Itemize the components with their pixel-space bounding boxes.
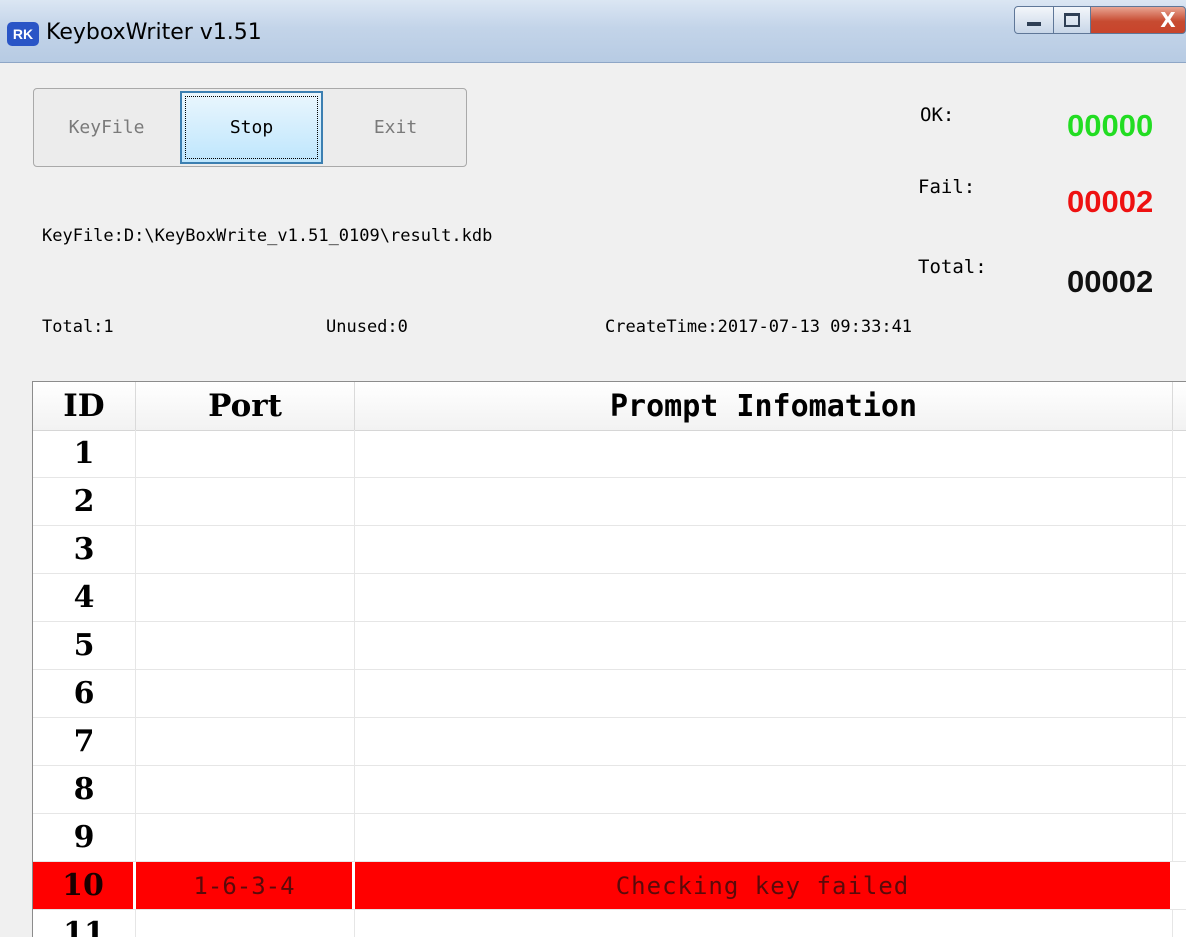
row-prompt — [355, 478, 1173, 525]
row-prompt — [355, 766, 1173, 813]
row-id: 9 — [33, 814, 136, 861]
column-header-id[interactable]: ID — [33, 382, 136, 430]
table-row[interactable]: 4 — [33, 574, 1186, 622]
window-title: KeyboxWriter v1.51 — [46, 20, 262, 45]
row-port — [136, 670, 355, 717]
row-prompt — [355, 718, 1173, 765]
close-button[interactable]: X — [1090, 6, 1186, 34]
total-counter: 00002 — [1067, 264, 1154, 299]
keyfile-button[interactable]: KeyFile — [34, 89, 179, 166]
button-group: KeyFile Stop Exit — [33, 88, 467, 167]
row-id: 6 — [33, 670, 136, 717]
row-id: 7 — [33, 718, 136, 765]
row-prompt — [355, 526, 1173, 573]
fail-label: Fail: — [918, 176, 976, 198]
title-bar: RK KeyboxWriter v1.51 X — [0, 0, 1186, 63]
exit-button[interactable]: Exit — [324, 89, 467, 166]
row-id: 1 — [33, 430, 136, 477]
column-header-prompt[interactable]: Prompt Infomation — [355, 382, 1173, 430]
minimize-button[interactable] — [1014, 6, 1054, 34]
unused-count: Unused:0 — [326, 317, 408, 337]
table-row[interactable]: 3 — [33, 526, 1186, 574]
table-row[interactable]: 1 — [33, 430, 1186, 478]
table-row[interactable]: 2 — [33, 478, 1186, 526]
row-port — [136, 622, 355, 669]
row-id: 3 — [33, 526, 136, 573]
row-prompt — [355, 574, 1173, 621]
table-row[interactable]: 9 — [33, 814, 1186, 862]
row-port — [136, 430, 355, 477]
row-prompt — [355, 910, 1173, 937]
row-port — [136, 526, 355, 573]
row-port — [136, 574, 355, 621]
total-label: Total: — [918, 256, 987, 278]
table-row[interactable]: 7 — [33, 718, 1186, 766]
row-id: 4 — [33, 574, 136, 621]
grid-header: ID Port Prompt Infomation — [33, 382, 1186, 431]
create-time: CreateTime:2017-07-13 09:33:41 — [605, 317, 913, 337]
row-port — [136, 478, 355, 525]
row-port: 1-6-3-4 — [136, 862, 355, 909]
table-row[interactable]: 5 — [33, 622, 1186, 670]
close-icon: X — [1160, 8, 1176, 32]
row-prompt — [355, 814, 1173, 861]
table-row[interactable]: 11 — [33, 910, 1186, 937]
row-prompt — [355, 622, 1173, 669]
total-count: Total:1 — [42, 317, 114, 337]
stop-button[interactable]: Stop — [180, 91, 323, 164]
minimize-icon — [1027, 22, 1041, 26]
maximize-button[interactable] — [1053, 6, 1091, 34]
app-logo-icon: RK — [7, 22, 39, 46]
row-id: 10 — [33, 862, 136, 909]
column-header-port[interactable]: Port — [136, 382, 355, 430]
maximize-icon — [1064, 13, 1080, 27]
focus-rectangle — [185, 96, 318, 159]
keyfile-path: KeyFile:D:\KeyBoxWrite_v1.51_0109\result… — [42, 226, 493, 246]
row-prompt: Checking key failed — [355, 862, 1173, 909]
row-port — [136, 910, 355, 937]
row-id: 11 — [33, 910, 136, 937]
row-id: 2 — [33, 478, 136, 525]
row-prompt — [355, 670, 1173, 717]
row-prompt — [355, 430, 1173, 477]
table-row[interactable]: 10 1-6-3-4 Checking key failed — [33, 862, 1186, 910]
row-id: 8 — [33, 766, 136, 813]
table-row[interactable]: 6 — [33, 670, 1186, 718]
row-port — [136, 814, 355, 861]
row-id: 5 — [33, 622, 136, 669]
fail-counter: 00002 — [1067, 184, 1154, 219]
row-port — [136, 718, 355, 765]
port-status-grid[interactable]: ID Port Prompt Infomation 1 2 3 4 5 6 7 8 9 10 1-6… — [32, 381, 1186, 937]
ok-counter: 00000 — [1067, 108, 1154, 143]
ok-label: OK: — [920, 104, 955, 126]
row-port — [136, 766, 355, 813]
table-row[interactable]: 8 — [33, 766, 1186, 814]
